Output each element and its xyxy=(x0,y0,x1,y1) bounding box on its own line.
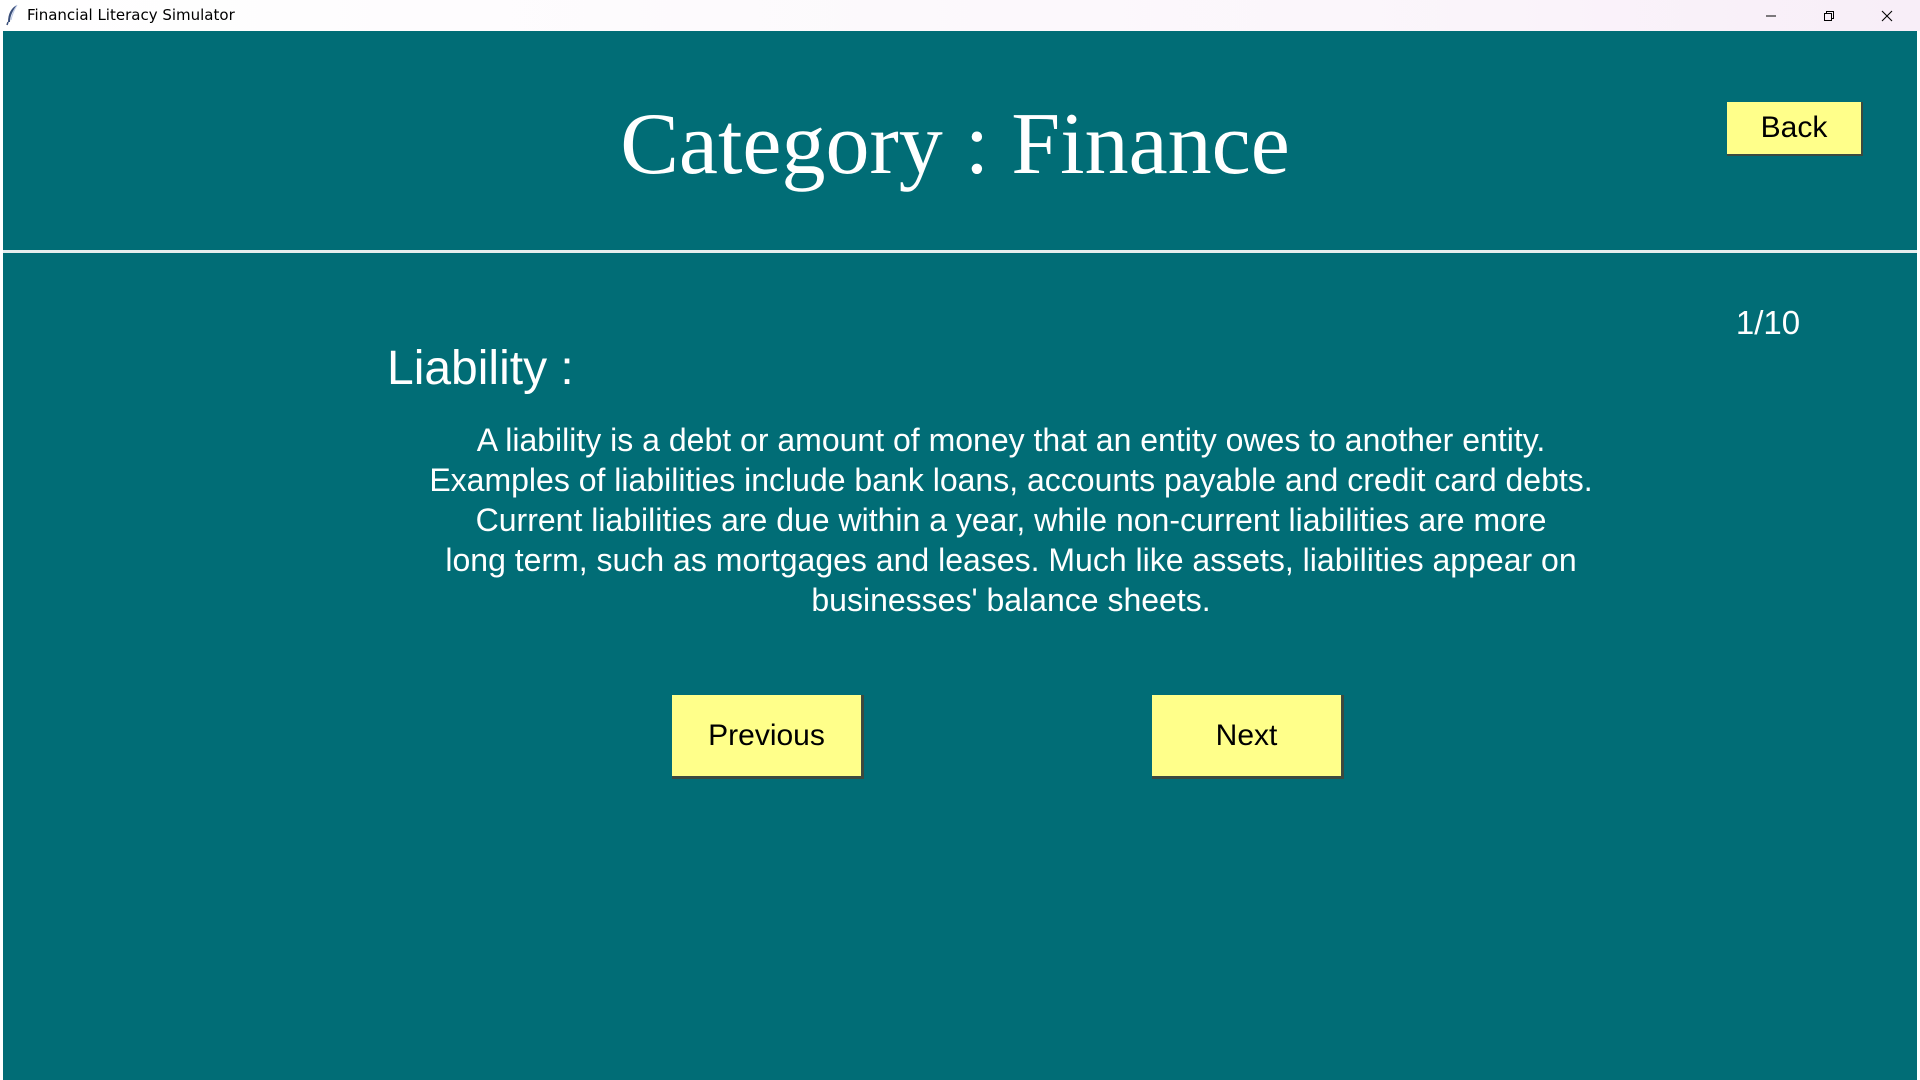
term-heading: Liability : xyxy=(387,342,574,395)
back-button[interactable]: Back xyxy=(1727,102,1863,156)
description-line: long term, such as mortgages and leases.… xyxy=(445,542,1577,578)
term-description: A liability is a debt or amount of money… xyxy=(373,420,1649,620)
restore-button[interactable] xyxy=(1800,0,1858,31)
window-title: Financial Literacy Simulator xyxy=(27,6,235,24)
next-button[interactable]: Next xyxy=(1152,695,1344,779)
description-line: Current liabilities are due within a yea… xyxy=(475,502,1547,538)
title-bar[interactable]: Financial Literacy Simulator xyxy=(0,0,1920,31)
close-icon xyxy=(1881,10,1893,22)
description-line: Examples of liabilities include bank loa… xyxy=(429,462,1593,498)
restore-icon xyxy=(1823,10,1835,22)
main-content: Category : Finance Back 1/10 Liability :… xyxy=(3,31,1917,1080)
page-title: Category : Finance xyxy=(620,96,1290,193)
app-window: Financial Literacy Simulator Category: … xyxy=(0,0,1920,1080)
description-line: A liability is a debt or amount of money… xyxy=(476,422,1546,458)
description-line: businesses' balance sheets. xyxy=(811,582,1211,618)
minimize-icon xyxy=(1765,10,1777,22)
previous-button[interactable]: Previous xyxy=(672,695,864,779)
header-divider xyxy=(3,250,1917,253)
feather-icon xyxy=(5,4,19,26)
header: Category : Finance Back xyxy=(3,31,1917,250)
close-button[interactable] xyxy=(1858,0,1916,31)
minimize-button[interactable] xyxy=(1742,0,1800,31)
page-counter: 1/10 xyxy=(1735,304,1801,341)
